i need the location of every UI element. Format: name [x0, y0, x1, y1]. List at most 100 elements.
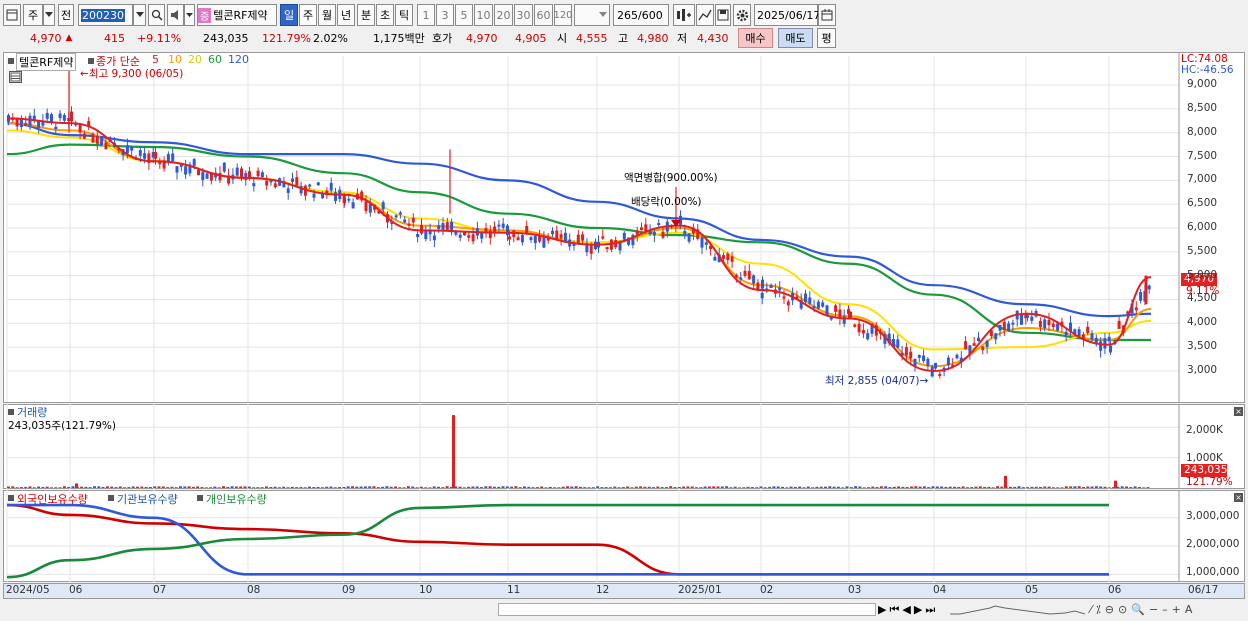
interval-120-button[interactable]: 120 [553, 4, 573, 26]
volume-spike [1114, 480, 1117, 488]
volume-bar [1137, 486, 1141, 488]
period-second-button[interactable]: 초 [376, 4, 394, 26]
volume-bar [320, 487, 324, 488]
zoom-icon[interactable]: ⊙ [1118, 603, 1127, 616]
interval-60-button[interactable]: 60 [534, 4, 553, 26]
candle-body [917, 354, 921, 358]
interval-1-button[interactable]: 1 [417, 4, 435, 26]
sound-icon[interactable] [167, 4, 184, 26]
layout-icon[interactable] [3, 4, 21, 26]
ma20-label: 20 [188, 53, 202, 66]
interval-3-button[interactable]: 3 [436, 4, 454, 26]
save-icon[interactable] [715, 4, 731, 26]
candle-body [351, 202, 355, 209]
period-tick-button[interactable]: 틱 [395, 4, 413, 26]
period-year-button[interactable]: 년 [337, 4, 355, 26]
candle-body [407, 223, 411, 226]
volume-close-icon[interactable]: × [1234, 407, 1243, 416]
zoom-in-icon[interactable] [673, 4, 695, 26]
count-input[interactable]: 265/600 [613, 4, 669, 26]
x-tick-label: 08 [247, 584, 261, 596]
market-select[interactable]: 주 [23, 4, 43, 26]
buy-button[interactable]: 매수 [738, 28, 773, 48]
prev-button[interactable]: 전 [58, 4, 74, 26]
sound-dropdown-icon[interactable] [184, 4, 195, 26]
candle-body [218, 172, 222, 181]
prev-page-icon[interactable]: ◀ [902, 603, 910, 616]
volume-spike [75, 483, 78, 488]
candle-body [192, 159, 196, 166]
text-tool-icon[interactable]: A [1185, 603, 1193, 616]
period-minute-button[interactable]: 분 [357, 4, 375, 26]
change-percent: +9.11% [137, 31, 182, 45]
candle-body [398, 212, 402, 215]
grid-toggle-icon[interactable] [9, 71, 22, 83]
fib-icon[interactable]: ⁒ [1096, 603, 1101, 616]
candle-body [480, 232, 484, 239]
volume-bar [290, 486, 294, 488]
calendar-icon[interactable] [818, 4, 836, 26]
volume-bar [118, 486, 122, 488]
interval-30-button[interactable]: 30 [514, 4, 533, 26]
ma-handle-icon[interactable] [88, 58, 94, 64]
holding-chart[interactable] [3, 490, 1245, 582]
magnify-icon[interactable]: 🔍 [1131, 603, 1145, 616]
volume-bar [174, 487, 178, 488]
interval-20-button[interactable]: 20 [494, 4, 513, 26]
candle-body [368, 203, 372, 213]
volume-bar [974, 486, 978, 488]
interval-custom-select[interactable] [574, 4, 610, 26]
minus-icon[interactable]: − [1149, 603, 1158, 616]
volume-bar [54, 487, 58, 488]
eval-button[interactable]: 평 [817, 28, 836, 48]
market-dropdown-icon[interactable] [43, 4, 55, 26]
dash-icon[interactable]: – [1162, 603, 1168, 616]
volume-bar [746, 486, 750, 488]
volume-bar [879, 486, 883, 488]
high-price: 4,980 [637, 31, 669, 45]
period-week-button[interactable]: 주 [299, 4, 317, 26]
play-icon[interactable]: ▶ [878, 603, 886, 616]
price-chart[interactable] [3, 52, 1245, 403]
sell-button[interactable]: 매도 [778, 28, 813, 48]
volume-bar [686, 486, 690, 488]
mini-map[interactable] [950, 602, 1086, 617]
x-tick-label: 02 [760, 584, 774, 596]
volume-chart[interactable] [3, 404, 1245, 489]
panel-handle-icon[interactable] [8, 58, 14, 64]
high-label: 고 [618, 32, 629, 45]
ma120-line [6, 122, 1152, 318]
stock-code-input[interactable]: 200230 [78, 4, 133, 26]
foreign-handle-icon[interactable] [8, 495, 14, 501]
draw-line-icon[interactable]: ⁄ [1090, 603, 1092, 616]
search-icon[interactable] [148, 4, 165, 26]
period-day-button[interactable]: 일 [280, 4, 298, 26]
x-tick-label: 03 [848, 584, 862, 596]
first-icon[interactable]: ⏮ [889, 603, 899, 617]
gear-icon[interactable] [733, 4, 751, 26]
volume-bar [983, 486, 987, 488]
volume-bar [19, 487, 23, 488]
code-dropdown-icon[interactable] [133, 4, 146, 26]
next-page-icon[interactable]: ▶ [914, 603, 922, 616]
interval-5-button[interactable]: 5 [455, 4, 473, 26]
plus-icon[interactable]: + [1172, 603, 1181, 616]
volume-handle-icon[interactable] [8, 409, 14, 415]
period-month-button[interactable]: 월 [318, 4, 336, 26]
volume-bar [312, 487, 316, 488]
last-icon[interactable]: ⏭ [925, 603, 935, 617]
date-input[interactable]: 2025/06/17 [754, 4, 820, 26]
volume-bar [901, 486, 905, 488]
interval-10-button[interactable]: 10 [474, 4, 493, 26]
crosshair-icon[interactable] [696, 4, 714, 26]
institution-handle-icon[interactable] [108, 495, 114, 501]
zoom-out-icon[interactable]: ⊖ [1105, 603, 1114, 616]
volume-bar [166, 487, 170, 488]
individual-handle-icon[interactable] [197, 495, 203, 501]
volume-bar [419, 486, 423, 488]
x-tick-label: 12 [596, 584, 610, 596]
scrollbar-thumb[interactable] [498, 603, 876, 616]
holding-close-icon[interactable]: × [1234, 493, 1243, 502]
volume-bar [303, 487, 307, 488]
candle-body [1030, 316, 1034, 321]
